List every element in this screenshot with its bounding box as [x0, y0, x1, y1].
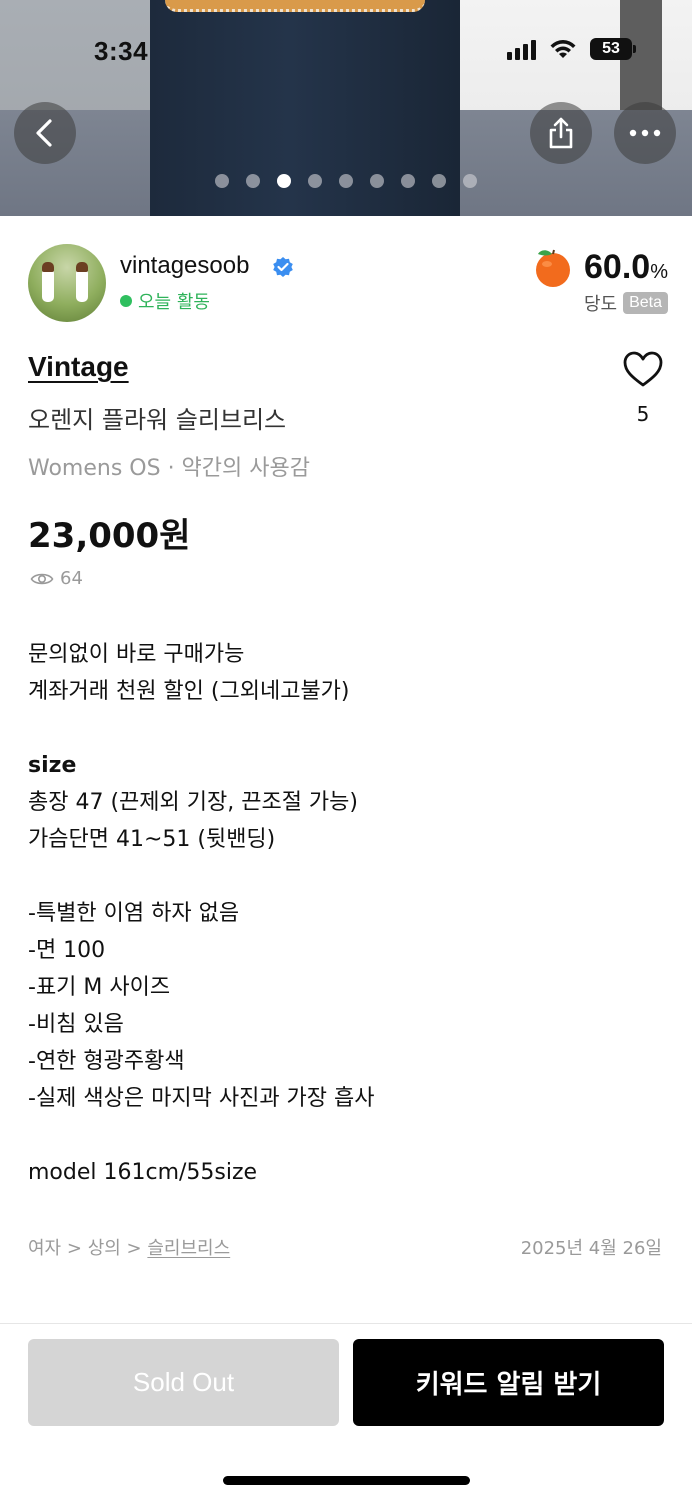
sold-out-button[interactable]: Sold Out — [28, 1339, 339, 1426]
gallery-dot[interactable] — [277, 174, 291, 188]
description-line — [28, 1117, 668, 1154]
description-line: 계좌거래 천원 할인 (그외네고불가) — [28, 679, 350, 704]
gallery-dot[interactable] — [401, 174, 415, 188]
back-button[interactable] — [14, 102, 76, 164]
avatar-goat-head — [76, 262, 88, 272]
breadcrumb-level2[interactable]: 상의 — [88, 1238, 121, 1259]
gallery-dot[interactable] — [432, 174, 446, 188]
description-line: size — [28, 753, 77, 778]
brand-link[interactable]: Vintage — [28, 351, 129, 383]
status-icons: 53 — [507, 38, 636, 60]
gallery-dot[interactable] — [370, 174, 384, 188]
like-button[interactable]: 5 — [618, 350, 668, 426]
description-line: -실제 색상은 마지막 사진과 가장 흡사 — [28, 1086, 375, 1111]
heart-icon — [623, 351, 663, 387]
view-count: 64 — [30, 568, 83, 589]
product-size-condition: Womens OS · 약간의 사용감 — [28, 456, 310, 481]
seller-info[interactable]: vintagesoob 오늘 활동 60.0% 당도 Beta — [28, 244, 668, 324]
gallery-dot[interactable] — [463, 174, 477, 188]
breadcrumb-level1[interactable]: 여자 — [28, 1238, 61, 1259]
description-line: -표기 M 사이즈 — [28, 975, 171, 1000]
more-options-button[interactable] — [614, 102, 676, 164]
rating-label: 당도 — [583, 294, 618, 315]
seller-avatar[interactable] — [28, 244, 106, 322]
orange-fruit-icon — [536, 249, 571, 287]
description-line: -특별한 이염 하자 없음 — [28, 901, 240, 926]
gallery-dot[interactable] — [246, 174, 260, 188]
seller-rating[interactable]: 60.0% 당도 Beta — [530, 246, 668, 316]
description-line: 총장 47 (끈제외 기장, 끈조절 가능) — [28, 790, 358, 815]
wifi-icon — [550, 40, 576, 58]
description-line — [28, 858, 668, 895]
status-time: 3:34 — [94, 36, 149, 66]
product-description: 문의없이 바로 구매가능계좌거래 천원 할인 (그외네고불가) size 총장 47… — [28, 636, 668, 1191]
description-line: 문의없이 바로 구매가능 — [28, 642, 245, 667]
rating-value: 60.0% — [584, 247, 668, 286]
gallery-page-indicator[interactable] — [0, 174, 692, 188]
description-line: -면 100 — [28, 938, 106, 963]
avatar-goat-figure — [42, 268, 54, 302]
view-count-value: 64 — [60, 568, 83, 589]
description-line — [28, 710, 668, 747]
seller-activity-status: 오늘 활동 — [120, 288, 210, 314]
photo-slip-hem — [165, 0, 425, 12]
description-line: 가슴단면 41~51 (뒷밴딩) — [28, 827, 276, 852]
description-line: model 161cm/55size — [28, 1160, 258, 1185]
breadcrumb-level3[interactable]: 슬리브리스 — [147, 1238, 230, 1259]
breadcrumb-separator: > — [66, 1238, 82, 1259]
keyword-alert-button[interactable]: 키워드 알림 받기 — [353, 1339, 664, 1426]
battery-icon: 53 — [590, 38, 636, 60]
product-title: 오렌지 플라워 슬리브리스 — [28, 406, 287, 434]
share-icon — [549, 117, 573, 149]
description-line: -비침 있음 — [28, 1012, 124, 1037]
eye-icon — [30, 573, 54, 584]
online-dot-icon — [120, 295, 132, 307]
like-count: 5 — [636, 402, 650, 426]
gallery-dot[interactable] — [308, 174, 322, 188]
product-price: 23,000원 — [28, 516, 191, 556]
avatar-goat-head — [42, 262, 54, 272]
beta-badge: Beta — [623, 292, 668, 314]
bottom-divider — [0, 1323, 692, 1324]
home-indicator — [223, 1476, 470, 1485]
chevron-left-icon — [36, 119, 52, 147]
posted-date: 2025년 4월 26일 — [520, 1238, 662, 1259]
breadcrumb-separator: > — [126, 1238, 142, 1259]
gallery-dot[interactable] — [215, 174, 229, 188]
gallery-dot[interactable] — [339, 174, 353, 188]
category-breadcrumb: 여자 > 상의 > 슬리브리스 — [28, 1234, 230, 1260]
cellular-signal-icon — [507, 38, 536, 60]
seller-name[interactable]: vintagesoob — [120, 252, 249, 280]
activity-label: 오늘 활동 — [138, 292, 210, 313]
product-image-gallery[interactable]: 3:34 53 — [0, 0, 692, 216]
verified-badge-icon — [273, 257, 293, 277]
share-button[interactable] — [530, 102, 592, 164]
more-dots-icon — [629, 129, 661, 137]
description-line: -연한 형광주황색 — [28, 1049, 185, 1074]
avatar-goat-figure — [76, 268, 88, 302]
